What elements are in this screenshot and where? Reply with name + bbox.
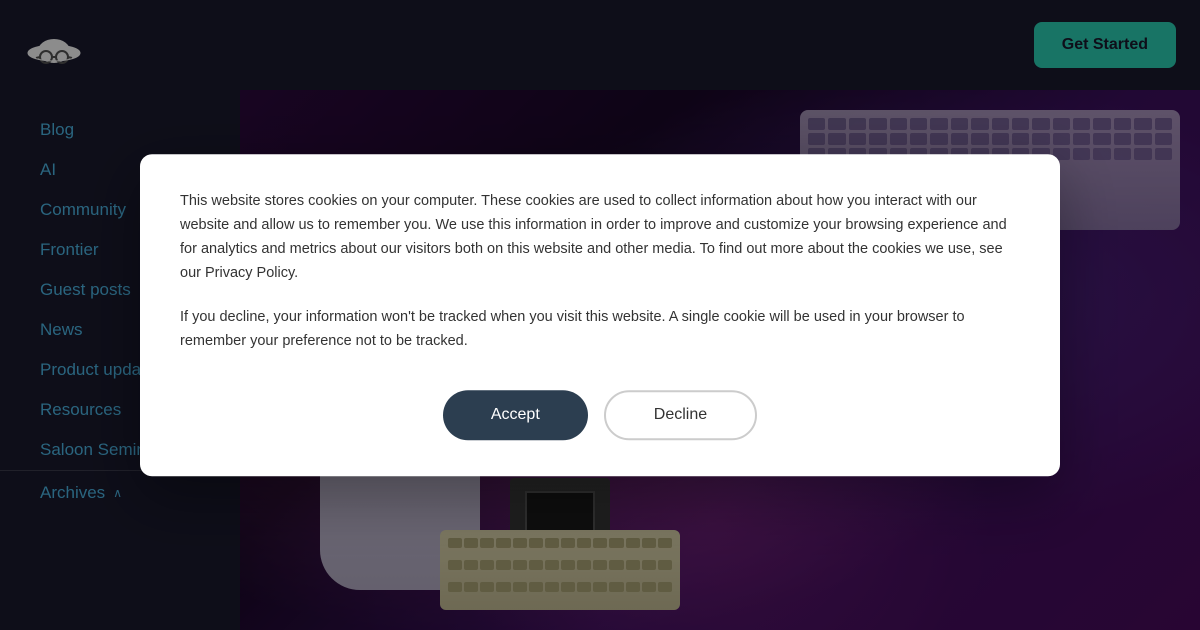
cookie-modal: This website stores cookies on your comp… — [140, 154, 1060, 476]
cookie-text-primary: This website stores cookies on your comp… — [180, 190, 1020, 286]
cookie-buttons: Accept Decline — [180, 390, 1020, 440]
cookie-text-secondary: If you decline, your information won't b… — [180, 306, 1020, 354]
decline-button[interactable]: Decline — [604, 390, 757, 440]
accept-button[interactable]: Accept — [443, 390, 588, 440]
